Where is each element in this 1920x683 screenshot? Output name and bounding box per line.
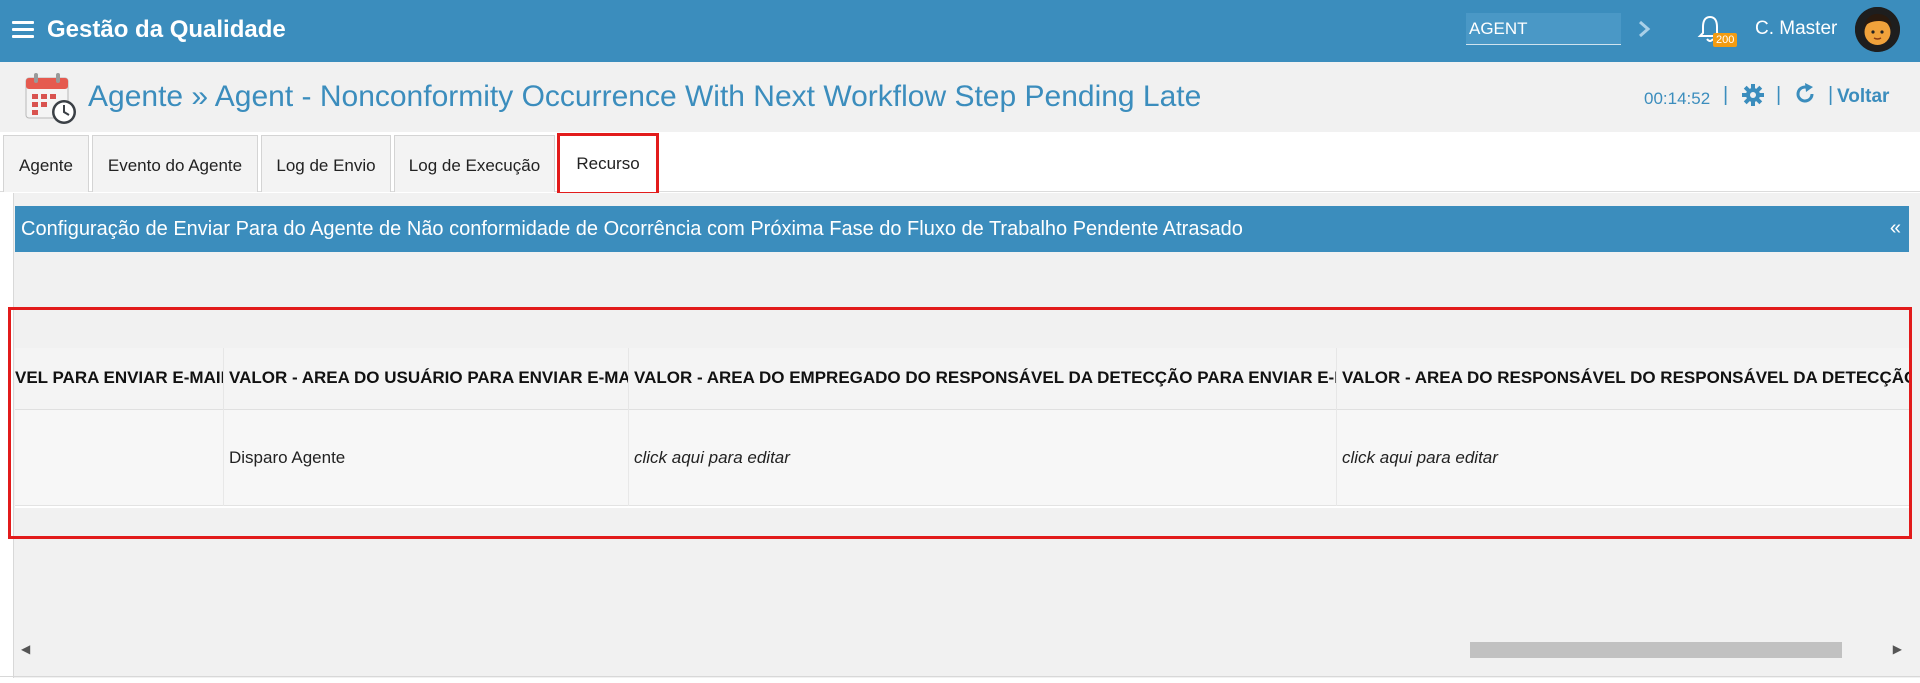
table-cell[interactable]: Disparo Agente bbox=[224, 410, 629, 506]
column-header[interactable]: VALOR - AREA DO RESPONSÁVEL DO RESPONSÁV… bbox=[1337, 348, 1912, 410]
scroll-right-icon[interactable]: ▶ bbox=[1893, 642, 1902, 656]
collapse-icon[interactable]: « bbox=[1890, 217, 1901, 240]
refresh-icon[interactable] bbox=[1793, 82, 1817, 106]
user-name[interactable]: C. Master bbox=[1755, 18, 1837, 40]
separator: | bbox=[1723, 84, 1729, 106]
page-title: Agente » Agent - Nonconformity Occurrenc… bbox=[88, 80, 1202, 113]
table-cell[interactable] bbox=[15, 410, 224, 506]
editable-cell[interactable]: click aqui para editar bbox=[1337, 410, 1912, 506]
column-header[interactable]: VALOR - AREA DO USUÁRIO PARA ENVIAR E-MA… bbox=[224, 348, 629, 410]
data-grid: VEL PARA ENVIAR E-MAIL VALOR - AREA DO U… bbox=[15, 348, 1912, 508]
notification-count-badge: 200 bbox=[1713, 33, 1738, 47]
hamburger-menu-icon[interactable] bbox=[12, 21, 34, 39]
search-input[interactable]: AGENT bbox=[1466, 13, 1621, 45]
calendar-clock-icon bbox=[24, 70, 80, 126]
scroll-left-icon[interactable]: ◀ bbox=[21, 642, 30, 656]
grid-header-row: VEL PARA ENVIAR E-MAIL VALOR - AREA DO U… bbox=[15, 348, 1912, 410]
gear-icon[interactable] bbox=[1741, 83, 1765, 107]
column-header[interactable]: VEL PARA ENVIAR E-MAIL bbox=[15, 348, 224, 410]
panel-title: Configuração de Enviar Para do Agente de… bbox=[21, 218, 1243, 240]
tab-agente[interactable]: Agente bbox=[3, 135, 89, 192]
tab-evento-do-agente[interactable]: Evento do Agente bbox=[92, 135, 258, 192]
tab-recurso[interactable]: Recurso bbox=[558, 135, 658, 192]
back-link[interactable]: Voltar bbox=[1829, 86, 1889, 108]
session-timer: 00:14:52 bbox=[1644, 89, 1711, 108]
column-header[interactable]: VALOR - AREA DO EMPREGADO DO RESPONSÁVEL… bbox=[629, 348, 1337, 410]
page-header: Agente » Agent - Nonconformity Occurrenc… bbox=[0, 62, 1920, 132]
chevron-right-icon[interactable] bbox=[1637, 14, 1657, 44]
panel-header: Configuração de Enviar Para do Agente de… bbox=[15, 206, 1909, 252]
tab-bar: Agente Evento do Agente Log de Envio Log… bbox=[0, 132, 1920, 192]
scrollbar-thumb[interactable] bbox=[1470, 642, 1842, 658]
tab-log-de-execucao[interactable]: Log de Execução bbox=[394, 135, 555, 192]
avatar[interactable] bbox=[1855, 7, 1900, 52]
table-row: Disparo Agente click aqui para editar cl… bbox=[15, 410, 1912, 506]
horizontal-scrollbar[interactable]: ◀ ▶ bbox=[15, 640, 1912, 660]
divider bbox=[0, 676, 1920, 677]
separator: | bbox=[1776, 84, 1782, 106]
tab-log-de-envio[interactable]: Log de Envio bbox=[261, 135, 391, 192]
top-bar: Gestão da Qualidade AGENT 200 C. Master bbox=[0, 0, 1920, 62]
app-title: Gestão da Qualidade bbox=[47, 16, 286, 43]
editable-cell[interactable]: click aqui para editar bbox=[629, 410, 1337, 506]
